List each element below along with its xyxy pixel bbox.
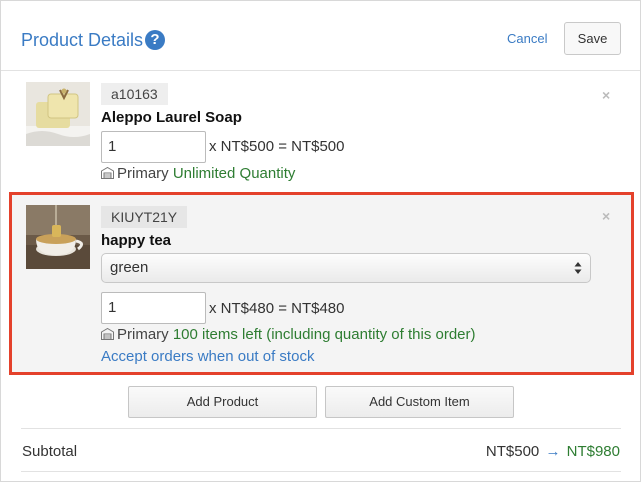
product-sku: KIUYT21Y xyxy=(101,206,188,228)
quantity-input[interactable]: 1 xyxy=(101,292,206,324)
price-line: x NT$480 = NT$480 xyxy=(209,300,345,317)
divider xyxy=(21,471,621,472)
cancel-link[interactable]: Cancel xyxy=(507,31,547,47)
divider xyxy=(21,428,621,429)
product-name: happy tea xyxy=(101,232,172,249)
subtotal-old: NT$500 xyxy=(485,443,540,460)
product-item-highlighted: KIUYT21Y happy tea green 1 x NT$480 = NT… xyxy=(9,192,634,375)
product-details-panel: Product Details ? Cancel Save a10163 Ale… xyxy=(0,0,641,482)
product-sku: a10163 xyxy=(101,83,168,105)
arrow-right-icon: → xyxy=(545,443,561,460)
stock-prefix: Primary xyxy=(117,165,169,182)
subtotal-new: NT$980 xyxy=(566,443,620,460)
add-product-button[interactable]: Add Product xyxy=(128,386,317,418)
product-thumbnail xyxy=(26,205,90,269)
price-line: x NT$500 = NT$500 xyxy=(209,138,345,155)
subtotal-label: Subtotal xyxy=(22,443,78,460)
stock-status: Unlimited Quantity xyxy=(172,165,296,182)
remove-item-icon[interactable]: × xyxy=(602,209,610,223)
product-item: a10163 Aleppo Laurel Soap 1 x NT$500 = N… xyxy=(1,71,640,189)
product-name: Aleppo Laurel Soap xyxy=(101,109,242,126)
panel-title: Product Details xyxy=(21,30,144,50)
select-arrows-icon xyxy=(574,262,582,274)
help-icon[interactable]: ? xyxy=(145,30,165,50)
stock-line: Primary 100 items left (including quanti… xyxy=(101,326,476,344)
quantity-input[interactable]: 1 xyxy=(101,131,206,163)
remove-item-icon[interactable]: × xyxy=(602,88,610,102)
product-thumbnail xyxy=(26,82,90,146)
warehouse-icon xyxy=(101,167,114,179)
warehouse-icon xyxy=(101,328,114,340)
stock-line: Primary Unlimited Quantity xyxy=(101,165,295,183)
save-button[interactable]: Save xyxy=(564,22,621,55)
variant-select-value: green xyxy=(110,259,149,276)
accept-out-of-stock-link[interactable]: Accept orders when out of stock xyxy=(101,348,314,366)
stock-status: 100 items left (including quantity of th… xyxy=(172,326,476,343)
panel-header: Product Details ? Cancel Save xyxy=(1,1,640,71)
subtotal-value: NT$500 → NT$980 xyxy=(486,443,620,461)
stock-prefix: Primary xyxy=(117,326,169,343)
add-custom-item-button[interactable]: Add Custom Item xyxy=(325,386,514,418)
variant-select[interactable]: green xyxy=(101,253,591,283)
